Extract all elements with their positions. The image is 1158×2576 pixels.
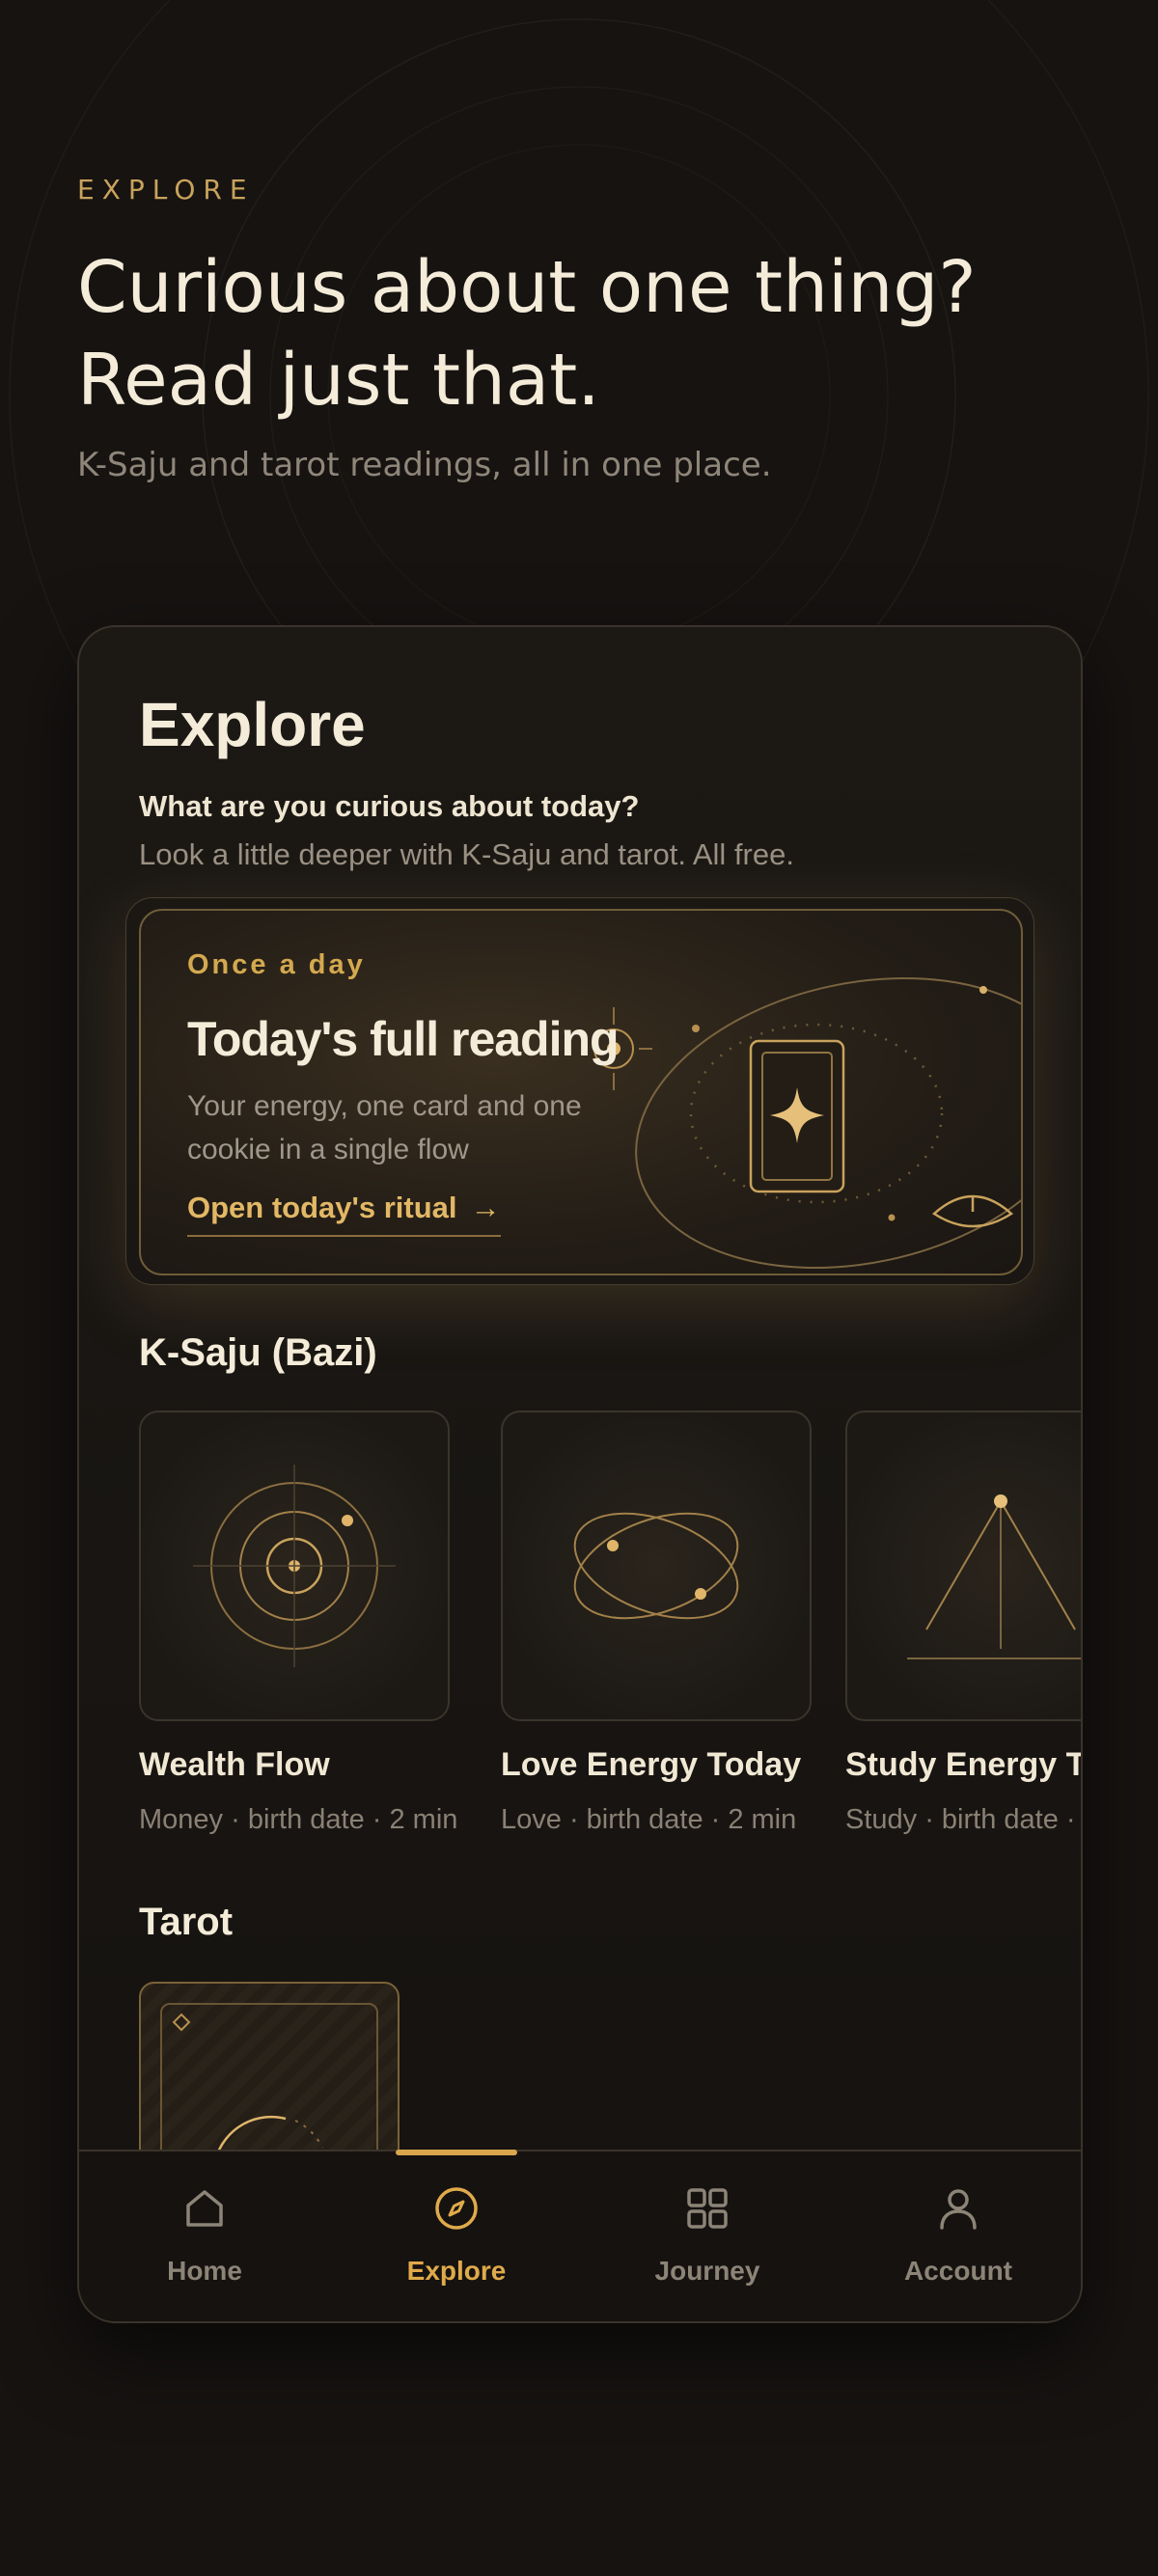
tab-label-explore: Explore [406, 2256, 507, 2286]
eyebrow-label: EXPLORE [77, 174, 255, 206]
ritual-description: Your energy, one card and one cookie in … [187, 1090, 582, 1165]
tarot-card[interactable] [139, 1982, 400, 2150]
saju-meta-love: Love · birth date · 2 min [501, 1804, 797, 1835]
saju-meta-wealth: Money · birth date · 2 min [139, 1804, 458, 1835]
screen-description: Look a little deeper with K-Saju and tar… [139, 837, 794, 871]
pyramid-icon [907, 1494, 1081, 1659]
tab-label-journey: Journey [654, 2256, 760, 2286]
tab-journey[interactable]: Journey [582, 2151, 833, 2321]
open-ritual-link[interactable]: Open today's ritual → [187, 1191, 501, 1237]
home-icon [186, 2190, 223, 2227]
app-screen: Explore What are you curious about today… [77, 625, 1083, 2323]
hero-title: Curious about one thing? Read just that. [77, 241, 1090, 426]
tarot-section-title: Tarot [139, 1901, 234, 1943]
compass-icon [435, 2187, 478, 2230]
tab-home[interactable]: Home [79, 2151, 330, 2321]
open-ritual-label: Open today's ritual [187, 1191, 457, 1224]
saju-card-love[interactable] [501, 1411, 812, 1721]
saju-card-wealth[interactable] [139, 1411, 450, 1721]
tab-explore[interactable]: Explore [331, 2151, 582, 2321]
hero-title-line-1: Curious about one thing? [77, 246, 977, 329]
saju-name-wealth: Wealth Flow [139, 1746, 330, 1783]
hero-title-line-2: Read just that. [77, 339, 600, 422]
saju-meta-study: Study · birth date · 2 min [845, 1804, 1081, 1835]
grid-icon [687, 2188, 728, 2229]
target-rings-icon [193, 1465, 396, 1667]
ritual-label: Once a day [187, 949, 366, 980]
explore-scroll-area[interactable]: Explore What are you curious about today… [79, 627, 1081, 2150]
bottom-tab-bar: Home Explore Journey Account [79, 2150, 1081, 2321]
saju-name-love: Love Energy Today [501, 1746, 802, 1783]
screen-title: Explore [139, 690, 366, 759]
saju-section-title: K-Saju (Bazi) [139, 1331, 377, 1374]
saju-card-study[interactable] [845, 1411, 1081, 1721]
daily-ritual-card[interactable]: Once a day Today's full reading Your ene… [139, 909, 1023, 1275]
ritual-illustration [593, 976, 1021, 1270]
orbit-icon [573, 1512, 739, 1620]
tab-label-home: Home [167, 2256, 242, 2286]
tab-label-account: Account [904, 2256, 1012, 2286]
hero-subtitle: K-Saju and tarot readings, all in one pl… [77, 446, 772, 484]
ritual-title: Today's full reading [187, 1012, 620, 1066]
user-icon [940, 2189, 977, 2230]
tab-account[interactable]: Account [833, 2151, 1081, 2321]
tarot-card-art [172, 2013, 323, 2150]
screen-question: What are you curious about today? [139, 789, 640, 823]
arrow-right-icon: → [470, 1191, 501, 1224]
saju-name-study: Study Energy Today [845, 1746, 1081, 1783]
